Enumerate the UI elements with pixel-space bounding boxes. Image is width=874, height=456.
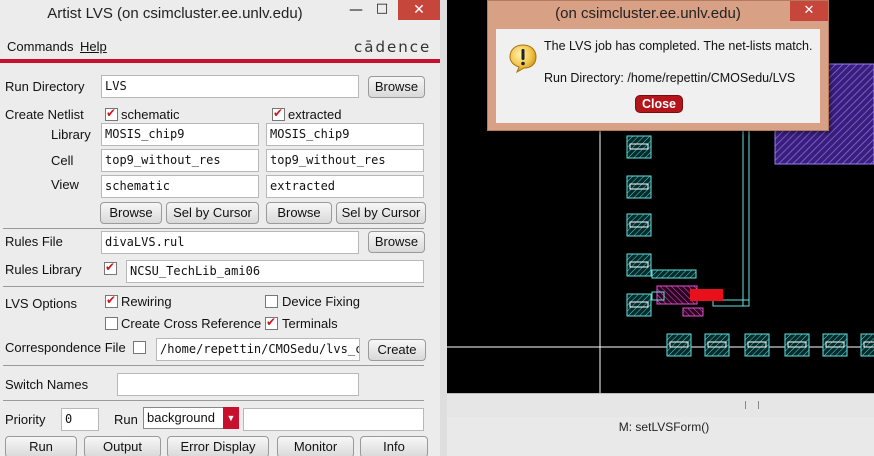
- error-display-button[interactable]: Error Display: [167, 436, 269, 456]
- schematic-browse-button[interactable]: Browse: [100, 202, 162, 224]
- schematic-cell-field[interactable]: top9_without_res: [101, 149, 259, 172]
- status-bar: M: setLVSForm(): [447, 417, 874, 456]
- section-divider: [3, 228, 424, 229]
- dialog-run-directory: Run Directory: /home/repettin/CMOSedu/LV…: [544, 71, 796, 85]
- chevron-down-icon[interactable]: ▼: [223, 407, 239, 429]
- lvs-options-label: LVS Options: [5, 296, 78, 311]
- menu-commands[interactable]: Commands: [7, 39, 73, 54]
- window-title: Artist LVS (on csimcluster.ee.unlv.edu): [47, 5, 303, 22]
- correspondence-file-checkbox[interactable]: [133, 341, 146, 354]
- section-divider: [3, 365, 424, 366]
- run-mode-label: Run: [114, 412, 138, 427]
- dialog-body: The LVS job has completed. The net-lists…: [496, 29, 820, 123]
- rules-library-field[interactable]: NCSU_TechLib_ami06: [126, 260, 424, 283]
- switch-names-label: Switch Names: [5, 377, 89, 392]
- section-divider: [3, 286, 424, 287]
- extracted-cell-field[interactable]: top9_without_res: [266, 149, 424, 172]
- rules-library-label: Rules Library: [5, 262, 82, 277]
- library-label: Library: [51, 127, 91, 142]
- dialog-message: The LVS job has completed. The net-lists…: [544, 39, 813, 53]
- cadence-logo: cādence: [354, 38, 432, 56]
- create-netlist-label: Create Netlist: [5, 107, 84, 122]
- priority-field[interactable]: 0: [61, 408, 99, 431]
- run-mode-value: background: [147, 410, 215, 425]
- monitor-button[interactable]: Monitor: [277, 436, 354, 456]
- rules-file-label: Rules File: [5, 234, 63, 249]
- menu-help[interactable]: Help: [80, 39, 107, 54]
- priority-label: Priority: [5, 412, 46, 427]
- create-cross-reference-checkbox-label: Create Cross Reference: [121, 316, 262, 331]
- extracted-library-field[interactable]: MOSIS_chip9: [266, 123, 424, 146]
- menu-divider: [0, 59, 440, 63]
- section-divider: [3, 400, 424, 401]
- schematic-view-field[interactable]: schematic: [101, 175, 259, 198]
- correspondence-file-field[interactable]: /home/repettin/CMOSedu/lvs_c: [156, 338, 360, 361]
- lvs-form-window: Artist LVS (on csimcluster.ee.unlv.edu) …: [0, 0, 440, 456]
- rules-file-browse-button[interactable]: Browse: [368, 231, 425, 253]
- rewiring-checkbox[interactable]: [105, 293, 118, 308]
- run-extra-field[interactable]: [243, 408, 424, 431]
- dialog-close-icon[interactable]: ✕: [790, 1, 828, 21]
- schematic-sel-by-cursor-button[interactable]: Sel by Cursor: [166, 202, 259, 224]
- extracted-checkbox[interactable]: [272, 106, 285, 121]
- close-window-button[interactable]: ✕: [398, 0, 440, 20]
- dialog-title: (on csimcluster.ee.unlv.edu): [555, 5, 741, 22]
- run-directory-field[interactable]: LVS: [101, 75, 359, 98]
- run-directory-browse-button[interactable]: Browse: [368, 76, 425, 98]
- run-directory-label: Run Directory: [5, 79, 85, 94]
- extracted-view-field[interactable]: extracted: [266, 175, 424, 198]
- extracted-browse-button[interactable]: Browse: [266, 202, 332, 224]
- rules-library-checkbox[interactable]: [104, 260, 117, 275]
- view-label: View: [51, 177, 79, 192]
- rules-file-field[interactable]: divaLVS.rul: [101, 231, 359, 254]
- scrollbar-grip[interactable]: [745, 401, 759, 409]
- output-button[interactable]: Output: [84, 436, 161, 456]
- lvs-complete-dialog: (on csimcluster.ee.unlv.edu) ✕ The LVS j…: [487, 0, 829, 131]
- warning-icon: [509, 44, 537, 73]
- switch-names-field[interactable]: [117, 373, 359, 396]
- dialog-close-button[interactable]: Close: [635, 95, 683, 113]
- info-button[interactable]: Info: [360, 436, 428, 456]
- maximize-button[interactable]: □: [370, 1, 394, 21]
- extracted-checkbox-label: extracted: [288, 107, 342, 122]
- schematic-library-field[interactable]: MOSIS_chip9: [101, 123, 259, 146]
- device-fixing-checkbox-label: Device Fixing: [282, 294, 361, 309]
- extracted-sel-by-cursor-button[interactable]: Sel by Cursor: [336, 202, 426, 224]
- rewiring-checkbox-label: Rewiring: [121, 294, 172, 309]
- title-bar[interactable]: Artist LVS (on csimcluster.ee.unlv.edu) …: [0, 0, 440, 28]
- minimize-button[interactable]: —: [344, 2, 368, 22]
- menu-bar: Commands Help cādence: [0, 35, 440, 59]
- correspondence-file-label: Correspondence File: [5, 340, 126, 355]
- status-text: M: setLVSForm(): [618, 420, 710, 434]
- run-mode-select[interactable]: background ▼: [143, 407, 239, 429]
- terminals-checkbox-label: Terminals: [282, 316, 338, 331]
- cell-label: Cell: [51, 153, 74, 168]
- run-button[interactable]: Run: [5, 436, 77, 456]
- terminals-checkbox[interactable]: [265, 315, 278, 330]
- create-cross-reference-checkbox[interactable]: [105, 317, 118, 330]
- device-fixing-checkbox[interactable]: [265, 295, 278, 308]
- schematic-checkbox-label: schematic: [121, 107, 180, 122]
- horizontal-scrollbar[interactable]: [447, 393, 874, 417]
- schematic-checkbox[interactable]: [105, 106, 118, 121]
- correspondence-file-create-button[interactable]: Create: [368, 339, 426, 361]
